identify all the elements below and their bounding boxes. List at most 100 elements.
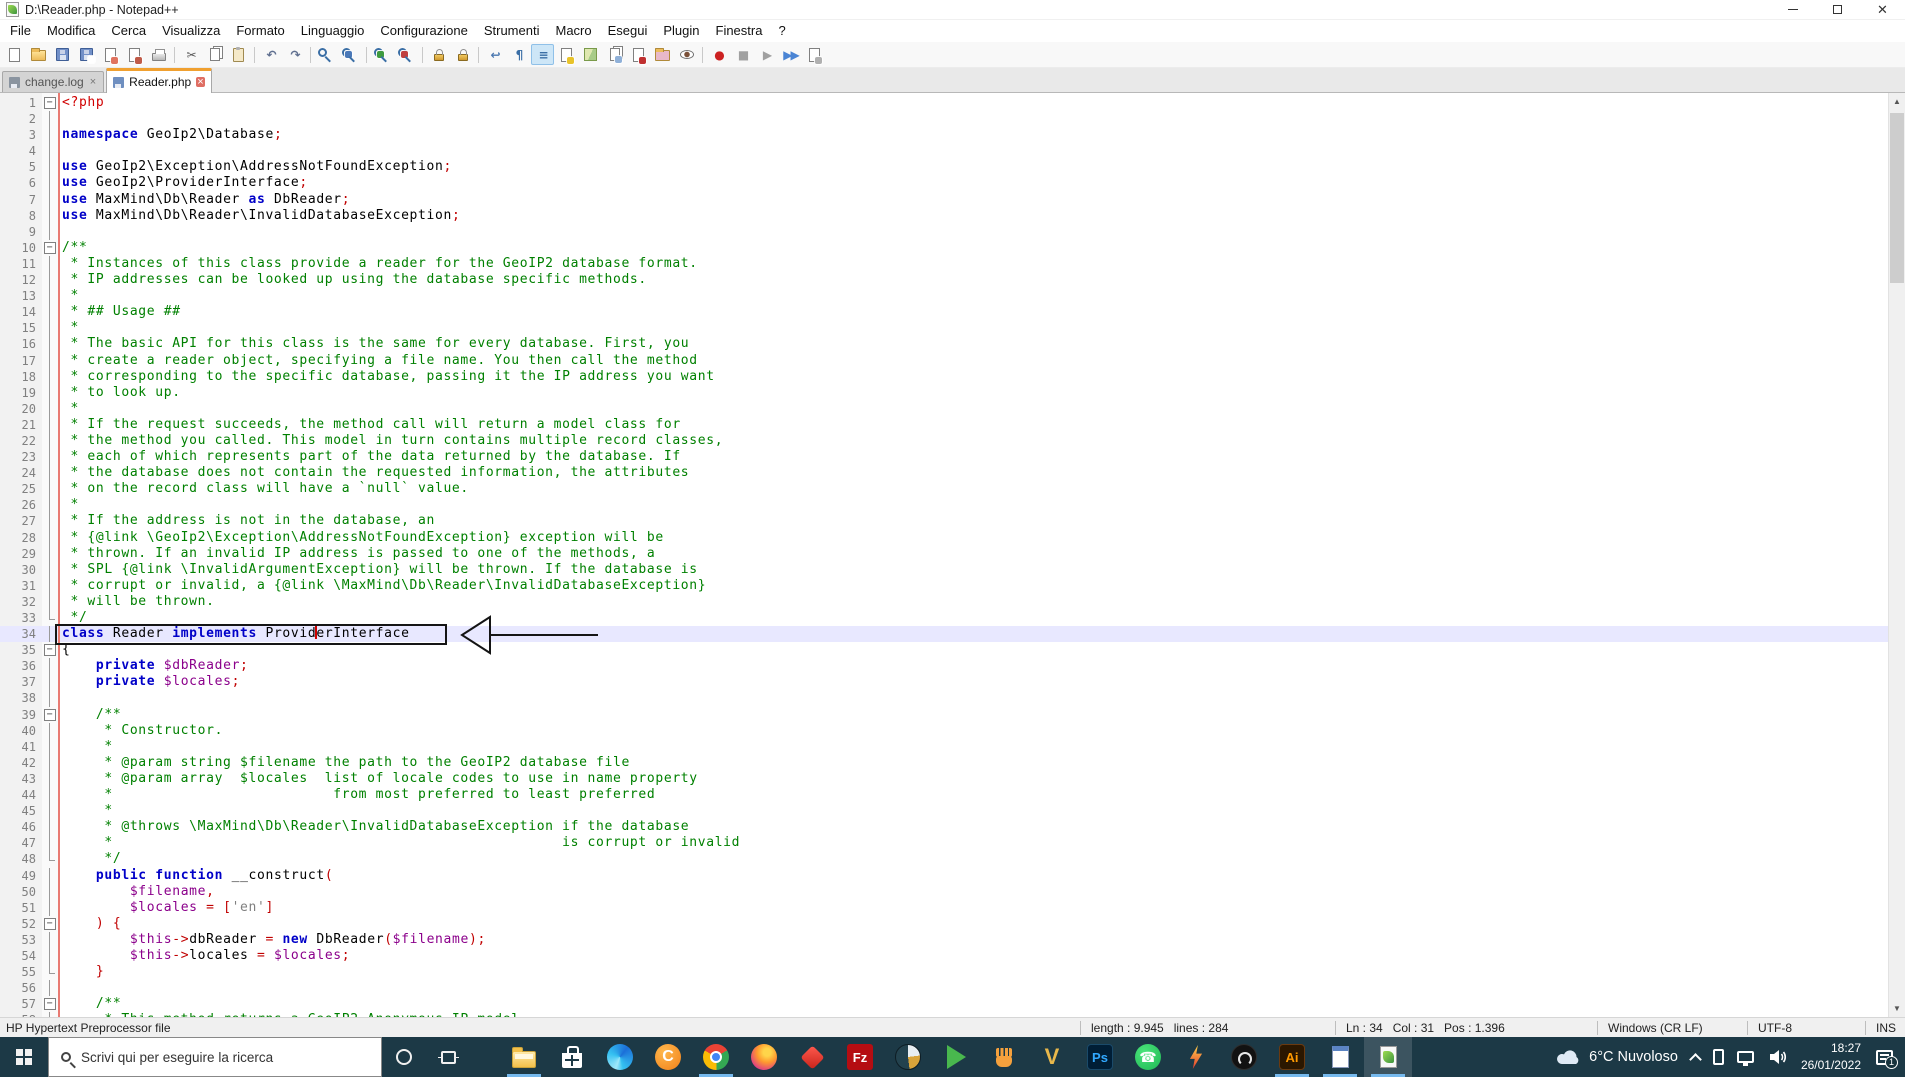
code-line[interactable]: 32 * will be thrown. [0, 593, 1905, 611]
task-view-button[interactable] [426, 1037, 470, 1077]
status-eol-format[interactable]: Windows (CR LF) [1597, 1020, 1747, 1035]
code-line[interactable]: 16 * The basic API for this class is the… [0, 336, 1905, 353]
zoom-out-button[interactable] [395, 44, 418, 65]
code-line[interactable]: 58 * This method returns a GeoIP2 Anonym… [0, 1012, 1905, 1017]
paste-button[interactable] [227, 44, 250, 65]
start-button[interactable] [0, 1037, 48, 1077]
code-line[interactable]: 6 use GeoIp2\ProviderInterface; [0, 175, 1905, 192]
menu-item-linguaggio[interactable]: Linguaggio [293, 21, 373, 41]
macro-record-button[interactable]: ● [707, 44, 730, 65]
tray-phone-icon[interactable] [1712, 1049, 1724, 1065]
close-button[interactable] [99, 44, 122, 65]
code-line[interactable]: 46 * @throws \MaxMind\Db\Reader\InvalidD… [0, 819, 1905, 836]
word-wrap-button[interactable]: ↩ [483, 44, 506, 65]
document-list-button[interactable] [603, 44, 626, 65]
taskbar-app-photoshop[interactable]: Ps [1076, 1037, 1124, 1077]
code-line[interactable]: 26 * [0, 497, 1905, 514]
maximize-button[interactable] [1815, 0, 1860, 19]
code-line[interactable]: 52 ) { [0, 916, 1905, 932]
code-line[interactable]: 36 private $dbReader; [0, 658, 1905, 675]
scroll-up-icon[interactable]: ▲ [1889, 93, 1905, 110]
weather-widget[interactable]: 6°C Nuvoloso [1555, 1049, 1678, 1065]
indent-guide-button[interactable]: ≡ [531, 44, 554, 65]
save-button[interactable] [51, 44, 74, 65]
code-line[interactable]: 51 $locales = ['en'] [0, 899, 1905, 916]
code-line[interactable]: 56 [0, 980, 1905, 997]
code-line[interactable]: 3 namespace GeoIp2\Database; [0, 127, 1905, 144]
code-line[interactable]: 39 /** [0, 707, 1905, 723]
menu-item-modifica[interactable]: Modifica [39, 21, 103, 41]
macro-play-button[interactable]: ▶ [755, 44, 778, 65]
taskbar-app-firefox[interactable] [740, 1037, 788, 1077]
status-encoding[interactable]: UTF-8 [1747, 1020, 1865, 1035]
taskbar-app-filezilla[interactable]: Fz [836, 1037, 884, 1077]
tab-Reader-php[interactable]: Reader.php × [106, 68, 212, 93]
fold-marker[interactable] [42, 240, 58, 256]
code-line[interactable]: 20 * [0, 400, 1905, 417]
code-line[interactable]: 9 [0, 223, 1905, 240]
code-line[interactable]: 5 use GeoIp2\Exception\AddressNotFoundExc… [0, 159, 1905, 176]
code-line[interactable]: 54 $this->locales = $locales; [0, 947, 1905, 965]
code-line[interactable]: 38 [0, 690, 1905, 707]
taskbar-app-illustrator[interactable]: Ai [1268, 1037, 1316, 1077]
replace-button[interactable] [339, 44, 362, 65]
close-button[interactable]: ✕ [1860, 0, 1905, 19]
scroll-down-icon[interactable]: ▼ [1889, 1000, 1905, 1017]
code-line[interactable]: 2 [0, 111, 1905, 128]
taskbar-search[interactable] [48, 1037, 382, 1077]
tab-close-icon[interactable]: × [196, 77, 205, 88]
code-line[interactable]: 50 $filename, [0, 883, 1905, 900]
cut-button[interactable]: ✂ [179, 44, 202, 65]
taskbar-app-ccleaner[interactable]: C [644, 1037, 692, 1077]
code-line[interactable]: 30 * SPL {@link \InvalidArgumentExceptio… [0, 561, 1905, 578]
tab-change-log[interactable]: change.log × [2, 71, 105, 92]
function-list-button[interactable] [627, 44, 650, 65]
code-line[interactable]: 7 use MaxMind\Db\Reader as DbReader; [0, 191, 1905, 208]
sync-scroll-vertical-button[interactable] [427, 44, 450, 65]
taskbar-app-speedtest[interactable] [1220, 1037, 1268, 1077]
close-all-button[interactable] [123, 44, 146, 65]
code-line[interactable]: 8 use MaxMind\Db\Reader\InvalidDatabaseEx… [0, 207, 1905, 224]
copy-button[interactable] [203, 44, 226, 65]
code-line[interactable]: 43 * @param array $locales list of local… [0, 770, 1905, 788]
code-line[interactable]: 48 */ [0, 851, 1905, 867]
taskbar-app-red-diamond[interactable] [788, 1037, 836, 1077]
code-line[interactable]: 1 <?php [0, 95, 1905, 111]
code-line[interactable]: 11 * Instances of this class provide a r… [0, 255, 1905, 273]
code-line[interactable]: 24 * the database does not contain the r… [0, 465, 1905, 482]
code-line[interactable]: 42 * @param string $filename the path to… [0, 754, 1905, 772]
cortana-button[interactable] [382, 1037, 426, 1077]
menu-item-formato[interactable]: Formato [228, 21, 292, 41]
code-line[interactable]: 14 * ## Usage ## [0, 304, 1905, 321]
fold-marker[interactable] [42, 996, 58, 1012]
taskbar-app-hand[interactable] [980, 1037, 1028, 1077]
macro-stop-button[interactable]: ■ [731, 44, 754, 65]
search-input[interactable] [81, 1049, 361, 1065]
zoom-in-button[interactable] [371, 44, 394, 65]
code-line[interactable]: 44 * from most preferred to least prefer… [0, 787, 1905, 804]
menu-item-help[interactable]: ? [770, 21, 793, 41]
sync-scroll-horizontal-button[interactable] [451, 44, 474, 65]
vertical-scrollbar[interactable]: ▲ ▼ [1888, 93, 1905, 1017]
code-line[interactable]: 45 * [0, 803, 1905, 820]
code-line[interactable]: 12 * IP addresses can be looked up using… [0, 272, 1905, 289]
print-button[interactable] [147, 44, 170, 65]
menu-item-plugin[interactable]: Plugin [655, 21, 707, 41]
code-line[interactable]: 18 * corresponding to the specific datab… [0, 368, 1905, 385]
code-line[interactable]: 23 * each of which represents part of th… [0, 449, 1905, 466]
redo-button[interactable]: ↷ [283, 44, 306, 65]
taskbar-app-whatsapp[interactable]: ☎ [1124, 1037, 1172, 1077]
save-all-button[interactable] [75, 44, 98, 65]
menu-item-finestra[interactable]: Finestra [708, 21, 771, 41]
code-line[interactable]: 13 * [0, 288, 1905, 305]
taskbar-app-chrome[interactable] [692, 1037, 740, 1077]
menu-item-cerca[interactable]: Cerca [103, 21, 154, 41]
code-line[interactable]: 57 /** [0, 996, 1905, 1012]
show-hidden-icons-chevron[interactable] [1689, 1052, 1702, 1066]
folder-as-workspace-button[interactable] [651, 44, 674, 65]
menu-item-strumenti[interactable]: Strumenti [476, 21, 548, 41]
code-line[interactable]: 17 * create a reader object, specifying … [0, 352, 1905, 369]
taskbar-app-notepad-plus-plus[interactable] [1364, 1037, 1412, 1077]
code-line[interactable]: 37 private $locales; [0, 674, 1905, 691]
show-all-characters-button[interactable]: ¶ [507, 44, 530, 65]
